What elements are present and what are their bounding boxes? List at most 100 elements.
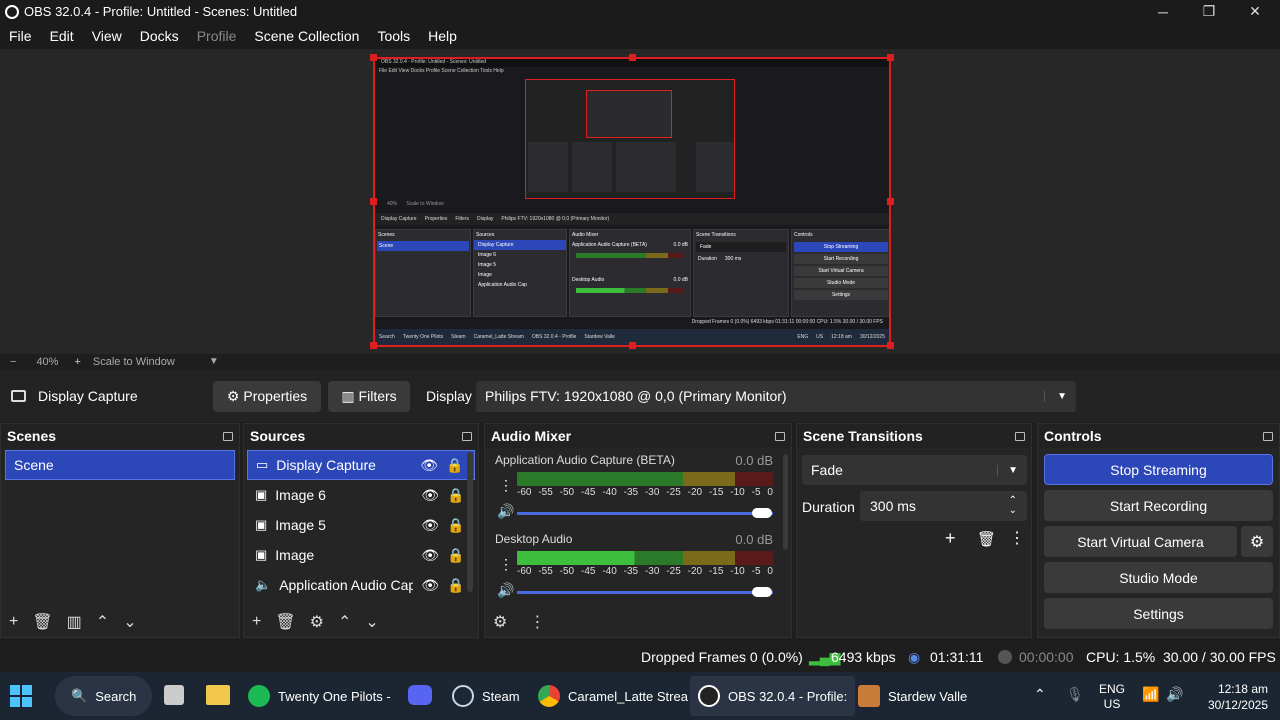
scene-item[interactable]: Scene bbox=[5, 450, 235, 480]
wifi-icon[interactable]: 📶 bbox=[1142, 686, 1159, 703]
source-item[interactable]: ▭ Display Capture 👁 🔒 bbox=[247, 450, 475, 480]
image-icon: ▣ bbox=[255, 547, 268, 562]
menu-scene-collection[interactable]: Scene Collection bbox=[245, 28, 368, 44]
close-button[interactable]: ✕ bbox=[1232, 0, 1278, 23]
vertical-dots-icon[interactable]: ⋮ bbox=[1009, 528, 1025, 548]
volume-slider[interactable] bbox=[517, 512, 773, 515]
eye-icon[interactable]: 👁 bbox=[421, 517, 439, 534]
chevron-down-icon[interactable]: ⌄ bbox=[365, 612, 378, 632]
menu-tools[interactable]: Tools bbox=[368, 28, 419, 44]
resize-handle[interactable] bbox=[629, 342, 636, 349]
source-item[interactable]: ▣ Image 6 👁 🔒 bbox=[247, 480, 475, 510]
volume-icon[interactable]: 🔊 bbox=[1166, 686, 1183, 703]
menu-docks[interactable]: Docks bbox=[131, 28, 188, 44]
maximize-button[interactable]: ❐ bbox=[1186, 0, 1232, 23]
clock[interactable]: 12:18 am 30/12/2025 bbox=[1200, 681, 1268, 713]
display-select[interactable]: Philips FTV: 1920x1080 @ 0,0 (Primary Mo… bbox=[476, 380, 1076, 412]
filter-icon[interactable]: ▥ bbox=[67, 612, 82, 632]
resize-handle[interactable] bbox=[370, 54, 377, 61]
menu-help[interactable]: Help bbox=[419, 28, 466, 44]
chevron-up-icon[interactable]: ⌃ bbox=[1034, 686, 1046, 703]
mixer-scrollbar[interactable] bbox=[783, 454, 788, 550]
clock-time: 12:18 am bbox=[1217, 682, 1268, 696]
undock-icon[interactable] bbox=[1015, 431, 1025, 441]
resize-handle[interactable] bbox=[887, 54, 894, 61]
speaker-icon[interactable]: 🔊 bbox=[497, 503, 514, 520]
resize-handle[interactable] bbox=[629, 54, 636, 61]
volume-slider[interactable] bbox=[517, 591, 773, 594]
eye-icon[interactable]: 👁 bbox=[421, 547, 439, 564]
menu-file[interactable]: File bbox=[0, 28, 41, 44]
taskbar-app[interactable]: Steam bbox=[444, 676, 528, 716]
duration-spinbox[interactable]: 300 ms ⌃ ⌄ bbox=[860, 491, 1027, 521]
language-label: ENG bbox=[1099, 682, 1126, 696]
taskbar-app[interactable]: Caramel_Latte Strea bbox=[530, 676, 696, 716]
gear-icon[interactable]: ⚙ bbox=[310, 612, 324, 632]
stop-streaming-button[interactable]: Stop Streaming bbox=[1044, 454, 1273, 485]
undock-icon[interactable] bbox=[775, 431, 785, 441]
vertical-dots-icon[interactable]: ⋮ bbox=[499, 477, 513, 494]
chevron-up-icon[interactable]: ⌃ bbox=[96, 612, 109, 632]
file-explorer-icon[interactable] bbox=[206, 685, 230, 705]
resize-handle[interactable] bbox=[370, 342, 377, 349]
add-icon[interactable]: + bbox=[252, 613, 261, 631]
menu-view[interactable]: View bbox=[83, 28, 131, 44]
source-item[interactable]: 🔈 Application Audio Cap 👁 🔒 bbox=[247, 570, 475, 600]
microphone-icon[interactable]: 🎙 bbox=[1066, 686, 1084, 703]
trash-icon[interactable]: 🗑 bbox=[275, 612, 295, 632]
volume-slider-handle[interactable] bbox=[752, 508, 772, 518]
meter-tick-label: -50 bbox=[559, 487, 575, 498]
add-icon[interactable]: + bbox=[9, 613, 18, 631]
eye-icon[interactable]: 👁 bbox=[420, 457, 438, 474]
language-indicator[interactable]: ENG US bbox=[1099, 682, 1125, 712]
task-view-icon[interactable] bbox=[164, 685, 184, 705]
minimize-button[interactable]: ─ bbox=[1140, 0, 1186, 23]
windows-start-icon[interactable] bbox=[10, 685, 32, 707]
start-recording-button[interactable]: Start Recording bbox=[1044, 490, 1273, 521]
zoom-in-button[interactable]: + bbox=[74, 356, 80, 368]
trash-icon[interactable]: 🗑 bbox=[32, 612, 52, 632]
search-button[interactable]: 🔍 Search bbox=[55, 676, 153, 716]
spin-arrows-icon[interactable]: ⌃ ⌄ bbox=[1009, 496, 1017, 516]
filters-button[interactable]: ▥ Filters bbox=[328, 380, 410, 412]
discord-icon[interactable] bbox=[408, 685, 432, 705]
resize-handle[interactable] bbox=[887, 198, 894, 205]
preview-area[interactable]: OBS 32.0.4 - Profile: Untitled - Scenes:… bbox=[0, 49, 1280, 354]
sources-scrollbar[interactable] bbox=[467, 452, 473, 592]
mini-start-vc: Start Virtual Camera bbox=[794, 266, 888, 276]
scenes-dock: Scenes Scene + 🗑 ▥ ⌃ ⌄ bbox=[0, 423, 240, 638]
taskbar-app[interactable]: Twenty One Pilots - bbox=[240, 676, 399, 716]
vertical-dots-icon[interactable]: ⋮ bbox=[529, 612, 545, 632]
settings-button[interactable]: Settings bbox=[1044, 598, 1273, 629]
chevron-down-icon[interactable]: ⌄ bbox=[123, 612, 136, 632]
chevron-up-icon[interactable]: ⌃ bbox=[338, 612, 351, 632]
zoom-out-button[interactable]: − bbox=[10, 356, 16, 368]
taskbar-app[interactable]: Stardew Valle bbox=[850, 676, 975, 716]
start-virtual-camera-button[interactable]: Start Virtual Camera bbox=[1044, 526, 1237, 557]
undock-icon[interactable] bbox=[1263, 431, 1273, 441]
gear-icon[interactable]: ⚙ bbox=[493, 612, 507, 632]
gear-icon[interactable]: ⚙ bbox=[1241, 526, 1273, 557]
volume-slider-handle[interactable] bbox=[752, 587, 772, 597]
properties-button[interactable]: ⚙ Properties bbox=[213, 380, 321, 412]
resize-handle[interactable] bbox=[370, 198, 377, 205]
scale-dropdown-icon[interactable]: ▼ bbox=[209, 356, 219, 367]
transition-select[interactable]: Fade ▼ bbox=[802, 455, 1027, 485]
add-icon[interactable]: + bbox=[945, 528, 956, 549]
source-item[interactable]: ▣ Image 👁 🔒 bbox=[247, 540, 475, 570]
menu-profile[interactable]: Profile bbox=[188, 28, 246, 44]
undock-icon[interactable] bbox=[223, 431, 233, 441]
preview-canvas[interactable]: OBS 32.0.4 - Profile: Untitled - Scenes:… bbox=[373, 57, 891, 347]
speaker-icon[interactable]: 🔊 bbox=[497, 582, 514, 599]
menu-edit[interactable]: Edit bbox=[41, 28, 83, 44]
resize-handle[interactable] bbox=[887, 342, 894, 349]
undock-icon[interactable] bbox=[462, 431, 472, 441]
eye-icon[interactable]: 👁 bbox=[421, 577, 439, 594]
source-item[interactable]: ▣ Image 5 👁 🔒 bbox=[247, 510, 475, 540]
studio-mode-button[interactable]: Studio Mode bbox=[1044, 562, 1273, 593]
eye-icon[interactable]: 👁 bbox=[421, 487, 439, 504]
vertical-dots-icon[interactable]: ⋮ bbox=[499, 556, 513, 573]
trash-icon[interactable]: 🗑 bbox=[977, 530, 996, 548]
scale-mode[interactable]: Scale to Window bbox=[93, 356, 175, 368]
taskbar-app[interactable]: OBS 32.0.4 - Profile: bbox=[690, 676, 856, 716]
